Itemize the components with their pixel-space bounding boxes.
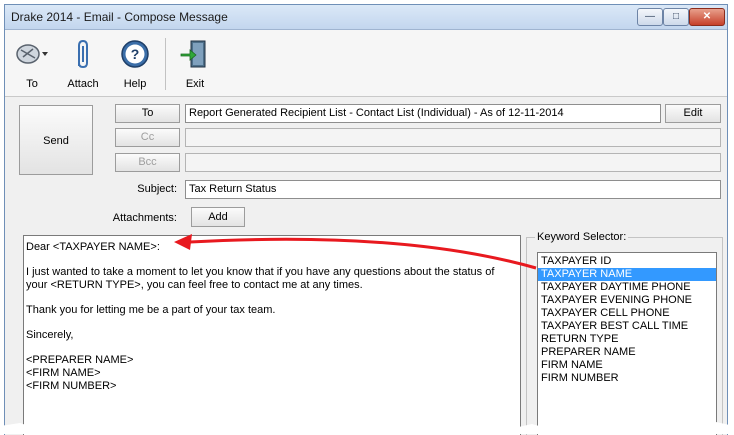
edit-button[interactable]: Edit bbox=[665, 104, 721, 123]
message-body[interactable]: Dear <TAXPAYER NAME>: I just wanted to t… bbox=[23, 235, 521, 435]
cc-field[interactable] bbox=[185, 128, 721, 147]
keyword-selector-group: Keyword Selector: TAXPAYER ID TAXPAYER N… bbox=[526, 231, 723, 435]
attachments-label: Attachments: bbox=[112, 212, 177, 224]
keyword-item[interactable]: RETURN TYPE bbox=[538, 333, 716, 346]
bcc-field[interactable] bbox=[185, 153, 721, 172]
subject-field[interactable]: Tax Return Status bbox=[185, 180, 721, 199]
torn-edge bbox=[0, 422, 734, 434]
body-line-firm-number: <FIRM NUMBER> bbox=[26, 380, 117, 392]
body-line-preparer: <PREPARER NAME> bbox=[26, 354, 134, 366]
help-toolbar-label: Help bbox=[123, 78, 147, 90]
exit-toolbar-button[interactable]: Exit bbox=[175, 36, 215, 92]
window-title: Drake 2014 - Email - Compose Message bbox=[11, 10, 228, 24]
body-line-signoff: Sincerely, bbox=[26, 329, 74, 341]
title-bar: Drake 2014 - Email - Compose Message — □… bbox=[5, 5, 727, 30]
keyword-list[interactable]: TAXPAYER ID TAXPAYER NAME TAXPAYER DAYTI… bbox=[537, 252, 717, 435]
body-line-paragraph-2: your <RETURN TYPE>, you can feel free to… bbox=[26, 279, 363, 291]
subject-label: Subject: bbox=[137, 183, 177, 195]
bcc-button[interactable]: Bcc bbox=[115, 153, 180, 172]
maximize-button[interactable]: □ bbox=[663, 8, 689, 26]
minimize-button[interactable]: — bbox=[637, 8, 663, 26]
exit-toolbar-label: Exit bbox=[185, 78, 205, 90]
body-line-paragraph-1: I just wanted to take a moment to let yo… bbox=[26, 266, 495, 278]
to-field[interactable]: Report Generated Recipient List - Contac… bbox=[185, 104, 661, 123]
keyword-item[interactable]: TAXPAYER ID bbox=[538, 255, 716, 268]
send-button[interactable]: Send bbox=[19, 105, 93, 175]
keyword-item[interactable]: TAXPAYER CELL PHONE bbox=[538, 307, 716, 320]
body-line-thanks: Thank you for letting me be a part of yo… bbox=[26, 304, 276, 316]
keyword-item-selected[interactable]: TAXPAYER NAME bbox=[538, 268, 716, 281]
svg-text:?: ? bbox=[131, 46, 140, 62]
toolbar-separator bbox=[165, 38, 166, 90]
keyword-item[interactable]: PREPARER NAME bbox=[538, 346, 716, 359]
close-button[interactable]: ✕ bbox=[689, 8, 725, 26]
keyword-item[interactable]: FIRM NUMBER bbox=[538, 372, 716, 385]
help-icon: ? bbox=[121, 40, 149, 68]
keyword-selector-title: Keyword Selector: bbox=[535, 231, 629, 243]
keyword-item[interactable]: FIRM NAME bbox=[538, 359, 716, 372]
attach-toolbar-label: Attach bbox=[67, 78, 99, 90]
keyword-item[interactable]: TAXPAYER BEST CALL TIME bbox=[538, 320, 716, 333]
attach-toolbar-button[interactable]: Attach bbox=[59, 36, 107, 92]
to-toolbar-button[interactable]: To bbox=[9, 36, 55, 92]
keyword-item[interactable]: TAXPAYER DAYTIME PHONE bbox=[538, 281, 716, 294]
add-attachment-button[interactable]: Add bbox=[191, 207, 245, 227]
cc-button[interactable]: Cc bbox=[115, 128, 180, 147]
address-book-icon bbox=[16, 44, 48, 64]
to-toolbar-label: To bbox=[26, 78, 38, 90]
to-button[interactable]: To bbox=[115, 104, 180, 123]
help-toolbar-button[interactable]: ? Help bbox=[113, 36, 157, 92]
body-line-greeting: Dear <TAXPAYER NAME>: bbox=[26, 241, 160, 253]
paperclip-icon bbox=[78, 39, 88, 69]
toolbar: To Attach ? Help Exit bbox=[5, 30, 727, 97]
exit-door-icon bbox=[180, 40, 206, 68]
compose-window: Drake 2014 - Email - Compose Message — □… bbox=[4, 4, 728, 435]
keyword-item[interactable]: TAXPAYER EVENING PHONE bbox=[538, 294, 716, 307]
body-line-firm-name: <FIRM NAME> bbox=[26, 367, 101, 379]
